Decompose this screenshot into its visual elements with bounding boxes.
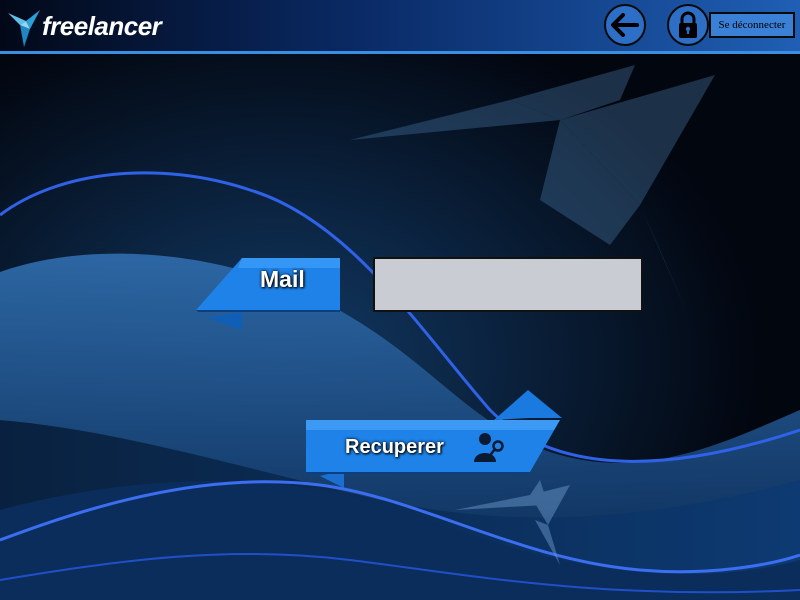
logo-text: freelancer — [42, 11, 162, 41]
back-button[interactable] — [604, 4, 646, 46]
arrow-left-icon — [611, 13, 639, 37]
mail-input[interactable] — [373, 257, 643, 312]
lock-button[interactable] — [667, 4, 709, 46]
mail-label: Mail — [260, 266, 305, 292]
mail-label-ribbon: Mail — [190, 256, 342, 334]
freelancer-logo-bird-icon — [8, 10, 40, 47]
header-bar: freelancer Se déconnecter — [0, 0, 800, 51]
lock-icon — [679, 11, 697, 38]
app-window: freelancer Se déconnecter Mail Recuperer — [0, 0, 800, 600]
user-key-icon — [474, 433, 504, 462]
header-divider — [0, 51, 800, 54]
recover-label: Recuperer — [345, 436, 444, 458]
logout-button[interactable]: Se déconnecter — [709, 12, 795, 38]
recover-button[interactable]: Recuperer — [300, 388, 562, 493]
